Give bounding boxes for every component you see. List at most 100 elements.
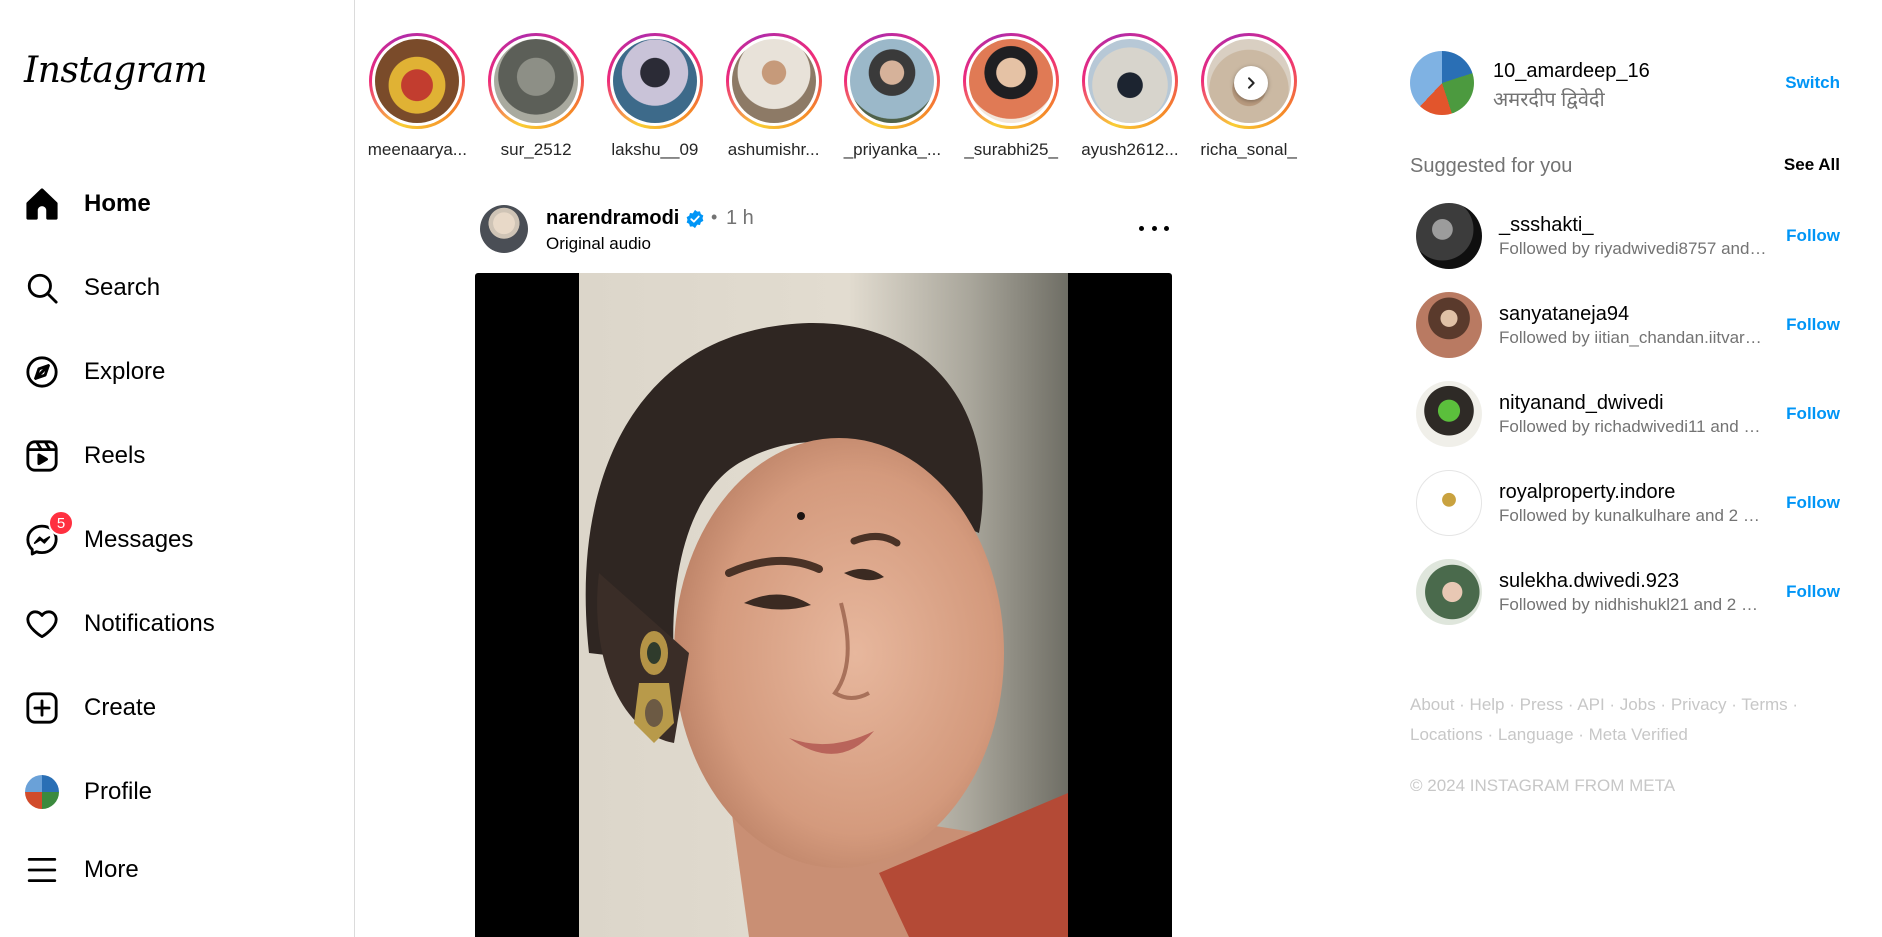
suggestion-username[interactable]: nityanand_dwivedi xyxy=(1499,392,1664,415)
home-icon xyxy=(24,186,60,222)
follow-button[interactable]: Follow xyxy=(1786,404,1840,424)
heart-icon xyxy=(24,606,60,642)
follow-button[interactable]: Follow xyxy=(1786,226,1840,246)
suggestion-avatar[interactable] xyxy=(1416,470,1482,536)
nav-explore[interactable]: Explore xyxy=(0,330,354,414)
follow-button[interactable]: Follow xyxy=(1786,315,1840,335)
story-avatar xyxy=(850,39,935,123)
post-author-avatar[interactable] xyxy=(480,205,528,253)
follow-button[interactable]: Follow xyxy=(1786,582,1840,602)
suggestion-item: _ssshakti_ Followed by riyadwivedi8757 a… xyxy=(1416,203,1840,292)
post-separator: • xyxy=(711,207,718,227)
post-options-button[interactable] xyxy=(1139,221,1169,235)
post-timestamp[interactable]: 1 h xyxy=(726,207,754,230)
suggestion-item: sanyataneja94 Followed by iitian_chandan… xyxy=(1416,292,1840,381)
nav-profile-label: Profile xyxy=(84,778,153,805)
story-item[interactable]: ashumishr... xyxy=(714,33,833,163)
current-account-avatar[interactable] xyxy=(1410,51,1474,115)
nav-more-label: More xyxy=(84,856,139,883)
suggestion-subtitle: Followed by riyadwivedi8757 and more xyxy=(1499,239,1769,258)
story-username: lakshu__09 xyxy=(611,140,699,159)
story-avatar xyxy=(1087,39,1172,123)
suggestion-avatar[interactable] xyxy=(1416,559,1482,625)
suggestion-avatar[interactable] xyxy=(1416,292,1482,358)
suggestion-item: nityanand_dwivedi Followed by richadwive… xyxy=(1416,381,1840,470)
suggestion-username[interactable]: _ssshakti_ xyxy=(1499,214,1594,237)
story-username: _surabhi25_ xyxy=(964,140,1058,159)
nav-search-label: Search xyxy=(84,274,161,301)
footer-link-privacy[interactable]: Privacy xyxy=(1671,695,1727,714)
suggestion-avatar[interactable] xyxy=(1416,381,1482,447)
nav-explore-label: Explore xyxy=(84,358,166,385)
footer-link-terms[interactable]: Terms xyxy=(1741,695,1787,714)
suggestion-item: royalproperty.indore Followed by kunalku… xyxy=(1416,470,1840,559)
footer-link-jobs[interactable]: Jobs xyxy=(1620,695,1656,714)
story-username: richa_sonal_ xyxy=(1200,140,1297,159)
messenger-icon: 5 xyxy=(24,510,74,558)
footer-link-about[interactable]: About xyxy=(1410,695,1454,714)
main-nav: Home Search Explore Reels 5 Messages Not… xyxy=(0,162,354,834)
follow-button[interactable]: Follow xyxy=(1786,493,1840,513)
reels-icon xyxy=(24,438,60,474)
current-account-username[interactable]: 10_amardeep_16 xyxy=(1493,60,1650,83)
more-dot-icon xyxy=(1164,225,1169,231)
suggestion-username[interactable]: royalproperty.indore xyxy=(1499,481,1675,504)
nav-messages[interactable]: 5 Messages xyxy=(0,498,354,582)
footer-link-press[interactable]: Press xyxy=(1520,695,1563,714)
see-all-button[interactable]: See All xyxy=(1784,155,1840,175)
suggestion-subtitle: Followed by richadwivedi11 and more xyxy=(1499,417,1769,436)
nav-create[interactable]: Create xyxy=(0,666,354,750)
suggestion-username[interactable]: sanyataneja94 xyxy=(1499,303,1629,326)
suggestion-item: sulekha.dwivedi.923 Followed by nidhishu… xyxy=(1416,559,1840,648)
current-account: 10_amardeep_16 अमरदीप द्विवेदी Switch xyxy=(1410,51,1840,115)
post-audio-link[interactable]: Original audio xyxy=(546,234,651,254)
footer-links: About · Help · Press · API · Jobs · Priv… xyxy=(1410,695,1799,744)
story-item[interactable]: sur_2512 xyxy=(477,33,596,163)
current-account-fullname: अमरदीप द्विवेदी xyxy=(1493,89,1605,111)
suggestions-title: Suggested for you xyxy=(1410,155,1573,177)
chevron-right-icon xyxy=(1248,77,1255,89)
compass-icon xyxy=(24,354,60,390)
footer-link-api[interactable]: API xyxy=(1577,695,1604,714)
story-username: ashumishr... xyxy=(727,140,820,159)
nav-profile[interactable]: Profile xyxy=(0,750,354,834)
instagram-logo[interactable]: Instagram xyxy=(24,50,208,91)
suggestion-subtitle: Followed by iitian_chandan.iitvaranasi xyxy=(1499,328,1769,347)
nav-search[interactable]: Search xyxy=(0,246,354,330)
stories-tray: meenaarya... sur_2512 lakshu__09 ashumis… xyxy=(358,33,1308,163)
story-avatar xyxy=(375,39,460,123)
nav-reels[interactable]: Reels xyxy=(0,414,354,498)
footer-link-help[interactable]: Help xyxy=(1470,695,1505,714)
nav-home-label: Home xyxy=(84,190,151,217)
post-media[interactable] xyxy=(475,273,1172,937)
story-username: _priyanka_... xyxy=(843,140,942,159)
nav-reels-label: Reels xyxy=(84,442,146,469)
nav-messages-label: Messages xyxy=(84,526,194,553)
suggestion-avatar[interactable] xyxy=(1416,203,1482,269)
suggestions-header: Suggested for you See All xyxy=(1410,155,1840,179)
plus-square-icon xyxy=(24,690,60,726)
copyright: © 2024 INSTAGRAM FROM META xyxy=(1410,776,1676,795)
suggestion-username[interactable]: sulekha.dwivedi.923 xyxy=(1499,570,1679,593)
story-item[interactable]: _priyanka_... xyxy=(833,33,952,163)
nav-more[interactable]: More xyxy=(0,828,354,912)
footer-link-meta-verified[interactable]: Meta Verified xyxy=(1589,725,1688,744)
post-author-username[interactable]: narendramodi xyxy=(546,207,679,230)
story-item[interactable]: meenaarya... xyxy=(358,33,477,163)
footer-link-language[interactable]: Language xyxy=(1498,725,1574,744)
story-username: ayush2612... xyxy=(1081,140,1179,159)
story-item[interactable]: _surabhi25_ xyxy=(952,33,1071,163)
footer-link-locations[interactable]: Locations xyxy=(1410,725,1483,744)
post-image xyxy=(579,273,1068,937)
messages-badge: 5 xyxy=(48,510,74,536)
switch-account-button[interactable]: Switch xyxy=(1785,73,1840,93)
stories-next-button[interactable] xyxy=(1234,66,1268,100)
search-icon xyxy=(24,270,60,306)
nav-home[interactable]: Home xyxy=(0,162,354,246)
hamburger-menu-icon xyxy=(24,852,60,888)
story-item[interactable]: lakshu__09 xyxy=(596,33,715,163)
nav-create-label: Create xyxy=(84,694,157,721)
suggestion-subtitle: Followed by nidhishukl21 and 2 more xyxy=(1499,595,1769,614)
nav-notifications[interactable]: Notifications xyxy=(0,582,354,666)
story-item[interactable]: ayush2612... xyxy=(1071,33,1190,163)
